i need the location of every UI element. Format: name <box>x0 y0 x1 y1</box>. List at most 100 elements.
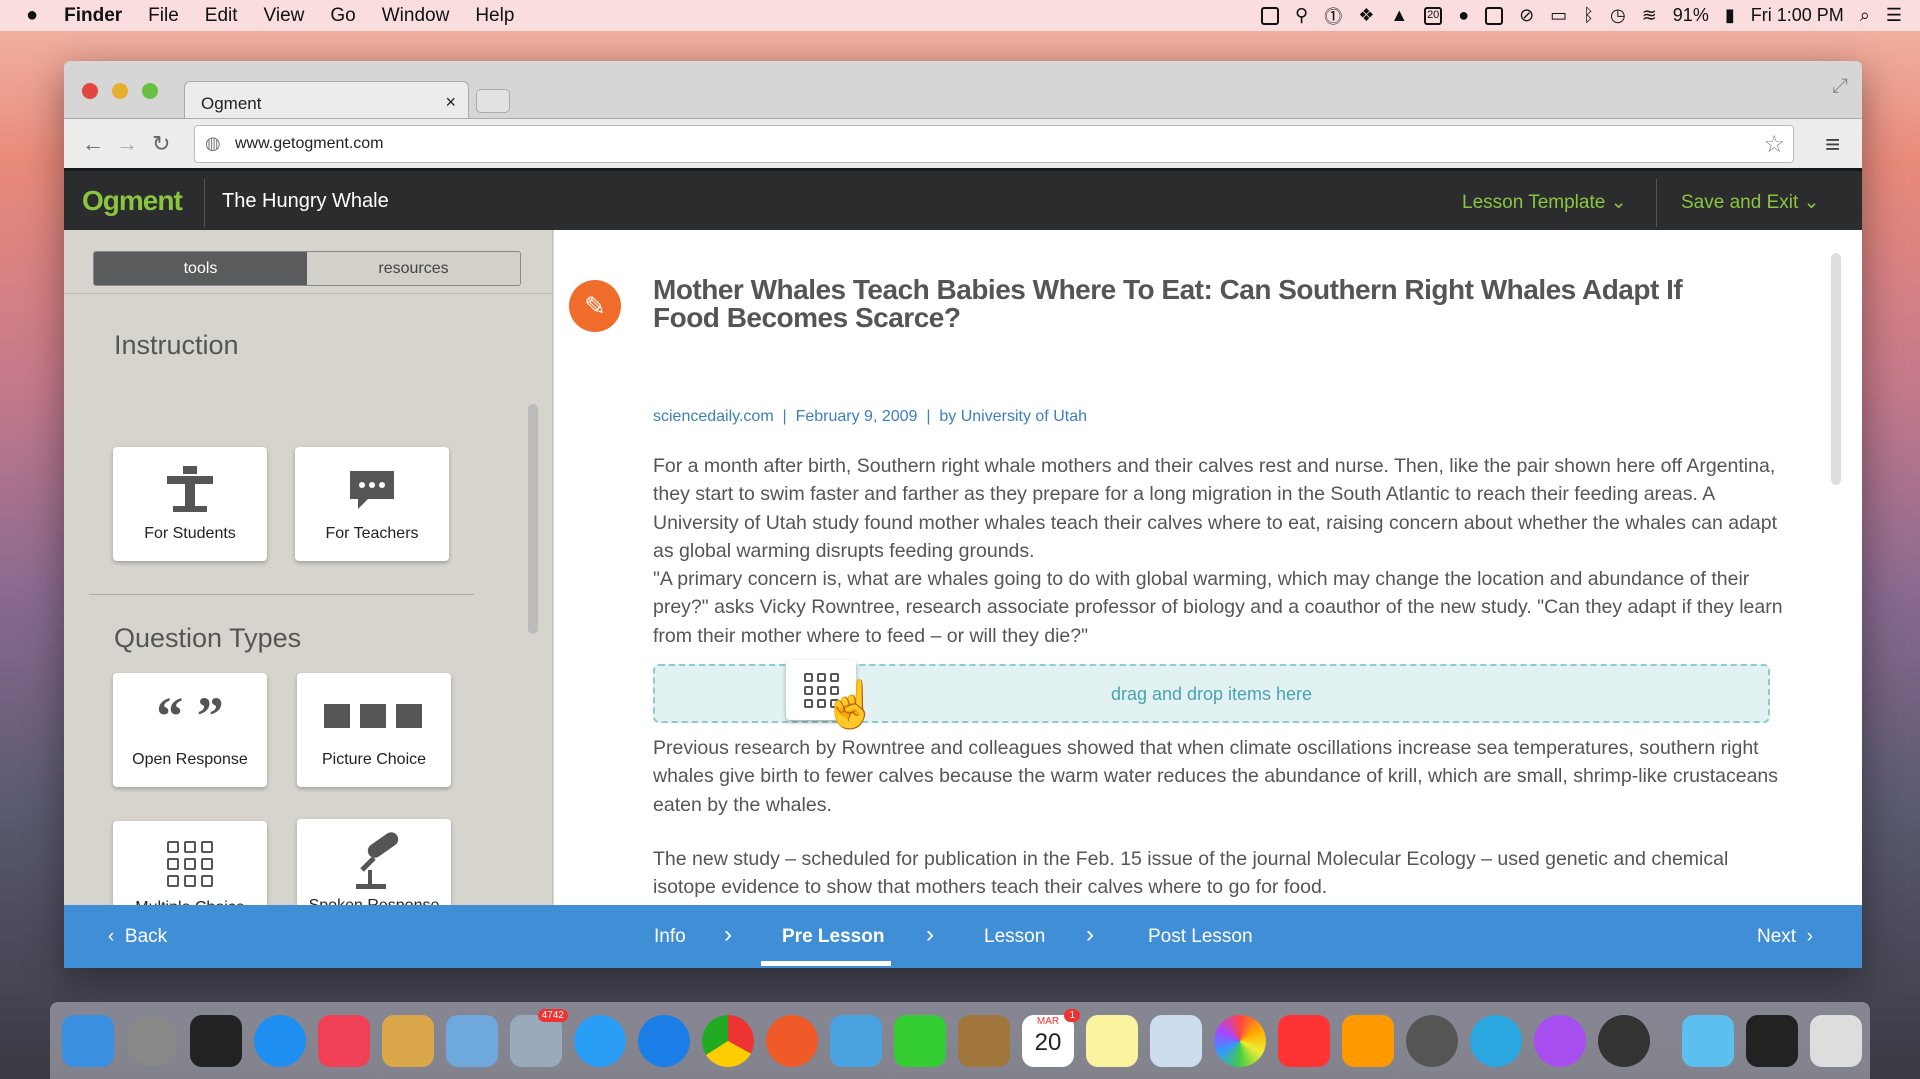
dropbox-icon[interactable]: ❖ <box>1358 5 1374 26</box>
apple-menu-icon[interactable]: ● <box>26 4 38 27</box>
mail-badge: 4742 <box>537 1008 568 1022</box>
notes-icon[interactable] <box>1086 1014 1138 1067</box>
divider <box>64 293 553 294</box>
menu-file[interactable]: File <box>148 5 179 27</box>
minimize-window-button[interactable] <box>112 83 128 99</box>
alert-app-icon[interactable] <box>1534 1014 1586 1067</box>
wifi-icon[interactable]: ≋ <box>1642 5 1657 26</box>
zoom-window-button[interactable] <box>142 83 158 99</box>
tab-close-icon[interactable]: × <box>445 92 456 113</box>
bluetooth-icon[interactable]: ᛒ <box>1583 5 1594 26</box>
mission-control-icon[interactable] <box>190 1014 242 1067</box>
meta-separator: | <box>782 408 787 425</box>
onepassword-icon[interactable]: ⓵ <box>1324 3 1342 29</box>
send-icon[interactable] <box>446 1014 498 1067</box>
reddit-icon[interactable] <box>766 1014 818 1067</box>
step-lesson[interactable]: Lesson <box>984 926 1045 948</box>
spotlight-icon[interactable]: ⌕ <box>1860 5 1870 26</box>
safari-icon[interactable] <box>638 1014 690 1067</box>
menu-window[interactable]: Window <box>382 5 450 27</box>
calendar-icon[interactable]: MAR 20 1 <box>1022 1008 1080 1067</box>
chrome-icon[interactable] <box>702 1014 754 1067</box>
bell-icon[interactable]: ▲ <box>1390 5 1408 26</box>
next-button[interactable]: Next › <box>1757 926 1813 948</box>
tool-picture-choice[interactable]: Picture Choice <box>297 673 451 787</box>
tab-tools[interactable]: tools <box>94 252 307 285</box>
tool-for-teachers[interactable]: For Teachers <box>295 447 449 561</box>
bookmark-star-icon[interactable]: ☆ <box>1763 130 1785 159</box>
step-pre-lesson[interactable]: Pre Lesson <box>782 926 884 948</box>
twitter-icon[interactable] <box>830 1014 882 1067</box>
sync-icon[interactable]: ⊘ <box>1519 5 1534 26</box>
broom-icon[interactable]: ⚲ <box>1295 5 1308 26</box>
clock[interactable]: Fri 1:00 PM <box>1751 5 1844 26</box>
lesson-step-nav: ‹ Back Info › Pre Lesson › Lesson › Post… <box>64 905 1862 968</box>
calendar-icon[interactable]: 20 <box>1424 6 1443 25</box>
app-store-icon[interactable] <box>254 1014 306 1067</box>
menu-help[interactable]: Help <box>475 5 514 27</box>
notification-icon[interactable]: ● <box>1458 5 1469 26</box>
mail-icon[interactable]: 4742 <box>510 1008 568 1067</box>
airplay-icon[interactable]: ▭ <box>1550 5 1567 26</box>
package-icon[interactable] <box>382 1014 434 1067</box>
article-paragraph: "A primary concern is, what are whales g… <box>653 568 1783 647</box>
messages-icon[interactable] <box>574 1014 626 1067</box>
photos-icon[interactable] <box>1214 1014 1266 1067</box>
meta-separator: | <box>926 408 931 425</box>
close-window-button[interactable] <box>82 83 98 99</box>
download-icon[interactable] <box>1261 6 1280 25</box>
contacts-icon[interactable] <box>958 1014 1010 1067</box>
design-sprint-icon[interactable] <box>1746 1014 1798 1067</box>
save-and-exit-label: Save and Exit <box>1681 192 1799 213</box>
folder-icon[interactable] <box>1682 1014 1734 1067</box>
menu-bar: ● Finder File Edit View Go Window Help ⚲… <box>0 0 1920 31</box>
lesson-template-dropdown[interactable]: Lesson Template ⌄ <box>1462 191 1627 214</box>
pocket-icon[interactable] <box>318 1014 370 1067</box>
time-machine-icon[interactable]: ◷ <box>1610 5 1626 26</box>
chevron-down-icon: ⌄ <box>1610 192 1627 213</box>
browser-window: Ogment × ⤢ ← → ↻ ◍ www.getogment.com ☆ ≡… <box>64 61 1862 968</box>
menu-view[interactable]: View <box>264 5 305 27</box>
tab-resources[interactable]: resources <box>307 252 520 285</box>
menu-finder[interactable]: Finder <box>64 5 122 27</box>
launchpad-icon[interactable] <box>126 1014 178 1067</box>
ogment-logo[interactable]: Ogment <box>82 185 183 217</box>
step-info[interactable]: Info <box>654 926 686 948</box>
instruction-heading: Instruction <box>114 330 239 360</box>
address-bar[interactable]: ◍ www.getogment.com ☆ <box>194 125 1794 163</box>
back-arrow-icon[interactable]: ← <box>82 131 104 157</box>
lesson-template-label: Lesson Template <box>1462 192 1606 213</box>
trash-icon[interactable] <box>1810 1014 1862 1067</box>
save-and-exit-dropdown[interactable]: Save and Exit ⌄ <box>1681 191 1819 214</box>
back-button[interactable]: ‹ Back <box>108 926 167 948</box>
screenshot-icon[interactable] <box>1470 1014 1522 1067</box>
browser-menu-icon[interactable]: ≡ <box>1825 129 1840 160</box>
sidebar-scrollbar[interactable] <box>528 404 538 634</box>
article-source[interactable]: sciencedaily.com <box>653 408 774 425</box>
browser-tab[interactable]: Ogment × <box>184 81 469 119</box>
fullscreen-icon[interactable]: ⤢ <box>1832 75 1848 98</box>
article-paragraph: The new study – scheduled for publicatio… <box>653 848 1729 899</box>
simplenote-icon[interactable] <box>1598 1014 1650 1067</box>
music-icon[interactable] <box>1278 1014 1330 1067</box>
divider <box>89 594 474 595</box>
chevron-right-icon: › <box>926 921 934 948</box>
tool-open-response[interactable]: “ ” Open Response <box>113 673 267 787</box>
menu-edit[interactable]: Edit <box>205 5 238 27</box>
notes-icon[interactable] <box>1485 6 1504 25</box>
forward-arrow-icon[interactable]: → <box>116 131 138 157</box>
new-tab-button[interactable] <box>476 89 510 113</box>
preview-icon[interactable] <box>1150 1014 1202 1067</box>
reload-icon[interactable]: ↻ <box>152 131 170 157</box>
facetime-icon[interactable] <box>894 1014 946 1067</box>
notification-center-icon[interactable]: ☰ <box>1886 5 1902 26</box>
article-date: February 9, 2009 <box>795 408 918 425</box>
menu-go[interactable]: Go <box>330 5 355 27</box>
system-preferences-icon[interactable] <box>1406 1014 1458 1067</box>
battery-icon[interactable]: ▮ <box>1725 5 1735 26</box>
finder-icon[interactable] <box>62 1014 114 1067</box>
step-post-lesson[interactable]: Post Lesson <box>1148 926 1253 948</box>
ibooks-icon[interactable] <box>1342 1014 1394 1067</box>
content-scrollbar[interactable] <box>1831 253 1841 485</box>
tool-for-students[interactable]: For Students <box>113 447 267 561</box>
